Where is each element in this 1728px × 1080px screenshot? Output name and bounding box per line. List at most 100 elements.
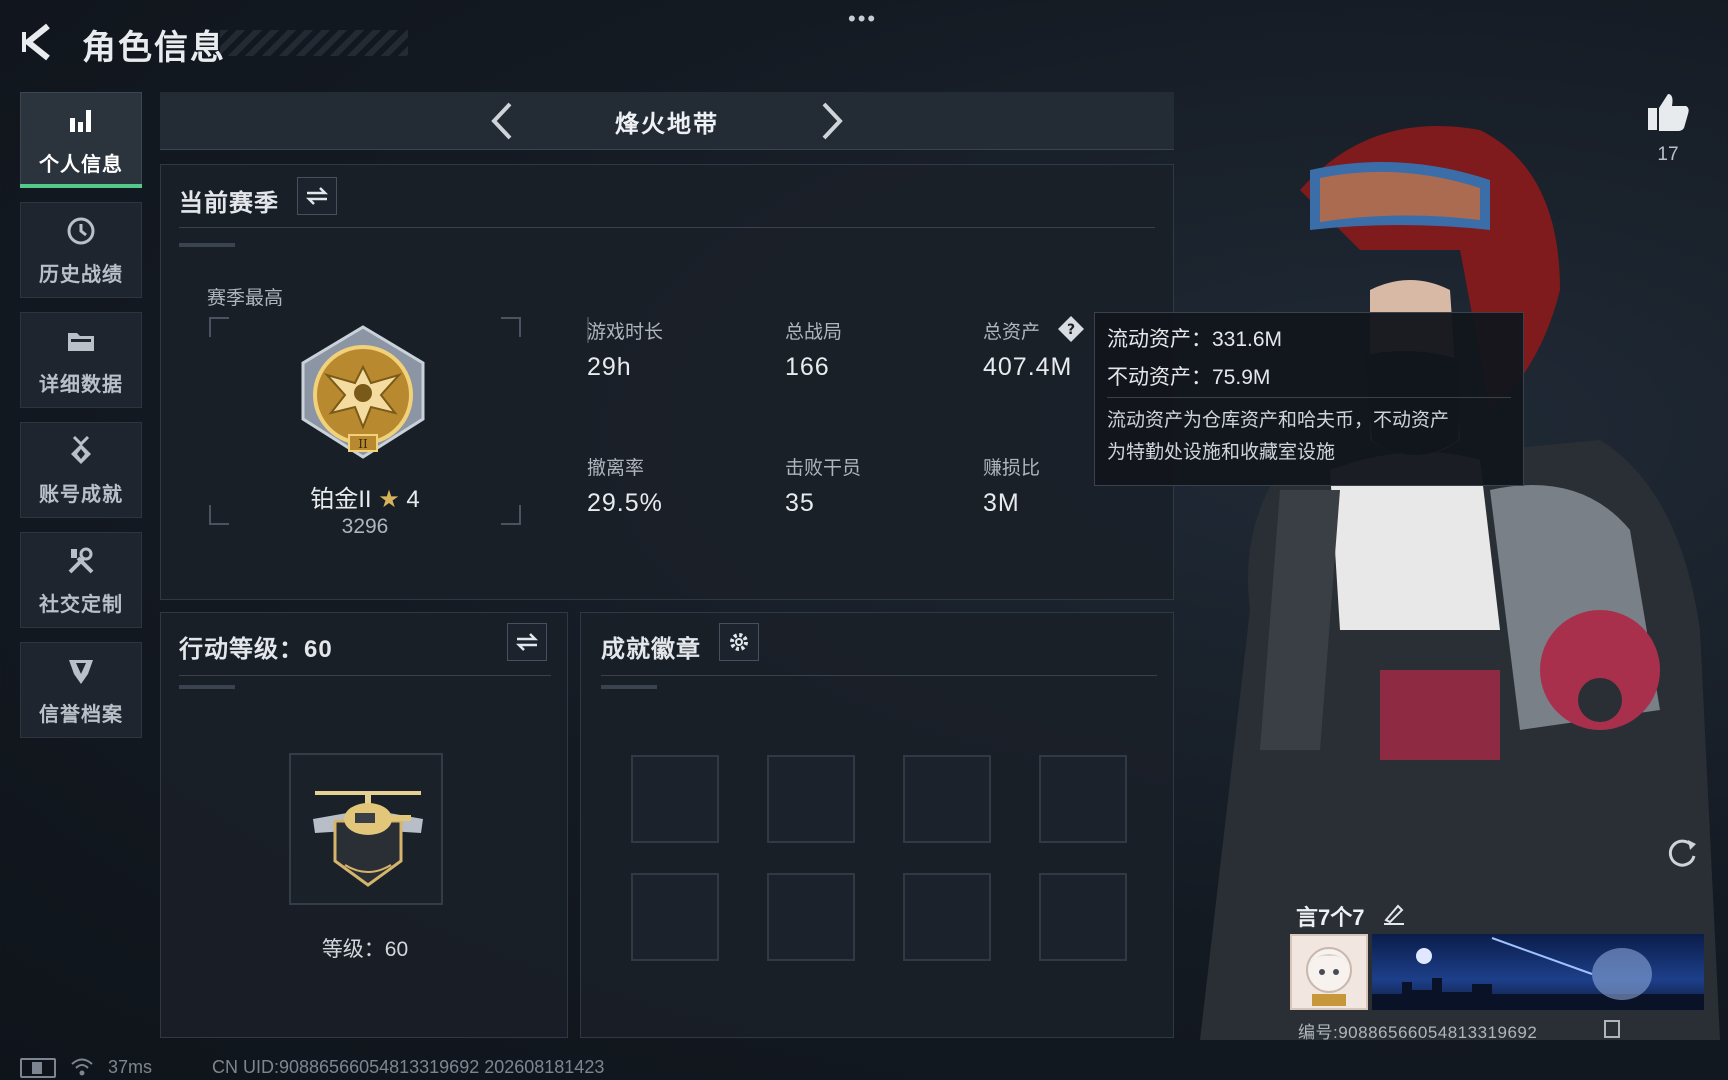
- achievements-heading: 成就徽章: [601, 636, 701, 663]
- next-mode-button[interactable]: [808, 98, 854, 144]
- divider: [601, 675, 1157, 676]
- sidebar-item-social[interactable]: 社交定制: [20, 532, 142, 628]
- rank-score: 3296: [341, 515, 389, 538]
- sidebar-item-achievements[interactable]: 账号成就: [20, 422, 142, 518]
- medal-icon: [71, 435, 91, 464]
- swap-icon: [305, 187, 329, 205]
- divider-tick: [179, 243, 235, 247]
- bar-chart-icon: [70, 109, 91, 132]
- divider: [179, 227, 1155, 228]
- action-level-panel: 行动等级：60 等级：60: [160, 612, 568, 1038]
- platinum-rank-emblem: II: [301, 325, 425, 459]
- game-mode-bar: 烽火地带: [160, 92, 1174, 150]
- game-mode-title: 烽火地带: [615, 111, 719, 138]
- player-name: 言7个7: [1296, 905, 1365, 930]
- sidebar-item-history[interactable]: 历史战绩: [20, 202, 142, 298]
- player-banner[interactable]: [1372, 934, 1704, 1010]
- stat-value-kills: 35: [785, 489, 815, 517]
- stat-value-profit-ratio: 3M: [983, 489, 1020, 517]
- player-avatar[interactable]: [1290, 934, 1368, 1010]
- rank-stars: 4: [406, 486, 420, 513]
- season-panel: 当前赛季 赛季最高 II 铂金II ★ 4 3296 游戏时长 29h 总战局 …: [160, 164, 1174, 600]
- pencil-icon: [1384, 904, 1404, 925]
- wifi-icon: [70, 1056, 94, 1078]
- sidebar-item-reputation[interactable]: 信誉档案: [20, 642, 142, 738]
- level-text: 等级：60: [321, 938, 409, 961]
- stat-value-extract-rate: 29.5%: [587, 489, 663, 517]
- history-clock-icon: [67, 217, 95, 244]
- divider: [1107, 397, 1511, 398]
- back-button[interactable]: [18, 20, 62, 64]
- character-model[interactable]: [1160, 110, 1728, 1040]
- assets-tooltip: 流动资产：331.6M 不动资产：75.9M 流动资产为仓库资产和哈夫币，不动资…: [1094, 312, 1524, 486]
- sidebar-item-label: 历史战绩: [39, 263, 123, 286]
- stat-label-profit-ratio: 赚损比: [983, 458, 1041, 479]
- badge-slot[interactable]: [1039, 755, 1127, 843]
- stat-value-playtime: 29h: [587, 353, 632, 381]
- swap-icon: [515, 633, 539, 651]
- svg-text:II: II: [358, 437, 368, 451]
- rank-name: 铂金II: [310, 486, 372, 513]
- badge-slot[interactable]: [1039, 873, 1127, 961]
- svg-text:?: ?: [1067, 322, 1075, 338]
- stat-value-total-matches: 166: [785, 353, 830, 381]
- helicopter-emblem: [313, 791, 423, 887]
- divider: [179, 675, 551, 676]
- sidebar-item-label: 个人信息: [39, 153, 123, 176]
- badge-slot[interactable]: [767, 873, 855, 961]
- tooltip-description-line1: 流动资产为仓库资产和哈夫币，不动资产: [1107, 410, 1450, 431]
- stat-label-total-assets: 总资产: [983, 322, 1041, 343]
- uid-text: CN UID:9088656605481331969​2 20260818142…: [212, 1057, 605, 1077]
- sidebar-item-label: 账号成就: [39, 483, 123, 506]
- badge-slot[interactable]: [767, 755, 855, 843]
- badge-slot[interactable]: [631, 755, 719, 843]
- back-arrow-icon: [22, 23, 50, 61]
- badge-slot[interactable]: [903, 873, 991, 961]
- rotate-model-button[interactable]: [1662, 832, 1702, 872]
- rotate-icon: [1668, 839, 1696, 867]
- ping-value: 37ms: [108, 1057, 153, 1077]
- copy-id-icon[interactable]: [1604, 1020, 1620, 1038]
- gear-icon: [730, 633, 748, 651]
- achievement-badges-panel: 成就徽章: [580, 612, 1174, 1038]
- achievements-settings-button[interactable]: [719, 623, 759, 661]
- sidebar-item-personal-info[interactable]: 个人信息: [20, 92, 142, 188]
- shield-emblem-icon: [69, 659, 93, 684]
- night-city-banner-art: [1372, 937, 1704, 1010]
- level-emblem-frame: [289, 753, 443, 905]
- star-icon: ★: [378, 486, 400, 513]
- stat-value-total-assets: 407.4M: [983, 353, 1073, 381]
- sidebar-item-label: 详细数据: [39, 373, 123, 396]
- action-level-switch-button[interactable]: [507, 623, 547, 661]
- player-id: 编号:9088656605481331969​2: [1298, 1023, 1538, 1042]
- tools-icon: [68, 547, 94, 573]
- chevron-right-icon: [822, 102, 843, 140]
- sidebar-item-detail-data[interactable]: 详细数据: [20, 312, 142, 408]
- stat-label-playtime: 游戏时长: [587, 322, 664, 343]
- thumbs-up-icon: [1648, 94, 1689, 131]
- season-heading: 当前赛季: [179, 190, 279, 217]
- sidebar-item-label: 社交定制: [39, 593, 123, 616]
- stat-label-kills: 击败干员: [785, 458, 862, 479]
- edit-name-button[interactable]: [1382, 902, 1406, 926]
- stat-label-total-matches: 总战局: [785, 322, 843, 343]
- stat-label-extract-rate: 撤离率: [587, 458, 645, 479]
- title-decor-stripe: [220, 30, 408, 56]
- tooltip-description-line2: 为特勤处设施和收藏室设施: [1107, 442, 1336, 463]
- season-switch-button[interactable]: [297, 177, 337, 215]
- more-menu-dots[interactable]: •••: [848, 6, 877, 32]
- battery-icon: [20, 1058, 56, 1078]
- badge-slot[interactable]: [631, 873, 719, 961]
- page-title: 角色信息: [82, 29, 226, 67]
- season-best-label: 赛季最高: [207, 288, 284, 309]
- assets-help-icon[interactable]: ?: [1057, 315, 1085, 343]
- like-count: 17: [1657, 144, 1679, 165]
- rank-name-row: 铂金II ★ 4: [209, 479, 521, 514]
- tooltip-fixed-assets: 不动资产：75.9M: [1107, 366, 1271, 389]
- divider-tick: [179, 685, 235, 689]
- divider-tick: [601, 685, 657, 689]
- tooltip-liquid-assets: 流动资产：331.6M: [1107, 328, 1283, 351]
- like-button[interactable]: [1644, 88, 1692, 136]
- badge-slot[interactable]: [903, 755, 991, 843]
- sidebar-item-label: 信誉档案: [39, 703, 123, 726]
